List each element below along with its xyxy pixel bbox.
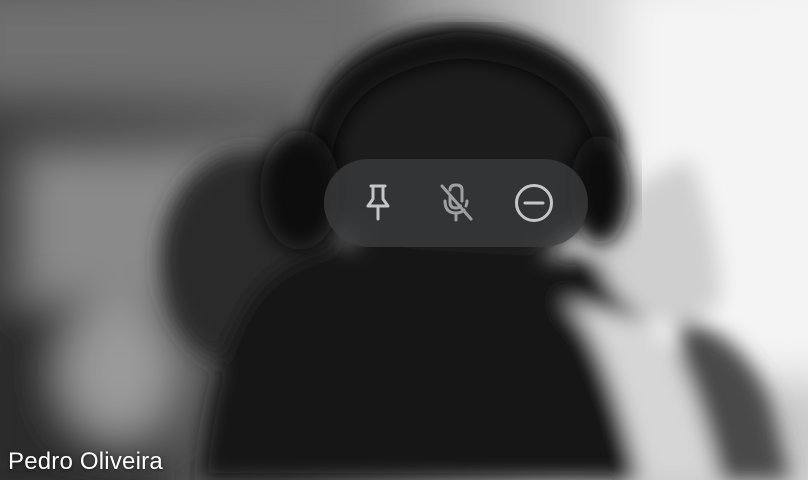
pin-icon: [366, 184, 390, 221]
participant-name-label: Pedro Oliveira: [8, 448, 163, 475]
remove-participant-button[interactable]: [504, 173, 564, 233]
mic-off-icon: [440, 183, 473, 222]
remove-icon: [515, 184, 553, 222]
participant-controls-overlay: [324, 159, 588, 247]
participant-tile[interactable]: Pedro Oliveira: [0, 0, 808, 480]
pin-button[interactable]: [348, 173, 408, 233]
mute-status-button[interactable]: [426, 173, 486, 233]
